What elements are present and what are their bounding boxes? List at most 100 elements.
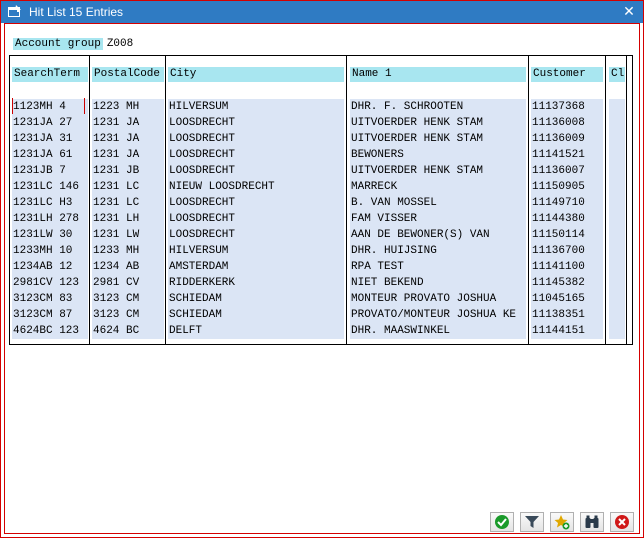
table-cell-cl[interactable] [610, 163, 625, 179]
table-cell-city[interactable]: LOOSDRECHT [169, 227, 344, 243]
table-cell-searchterm[interactable]: 1231LH 278 [13, 211, 88, 227]
table-cell-city[interactable]: SCHIEDAM [169, 307, 344, 323]
table-cell-name1[interactable]: FAM VISSER [351, 211, 526, 227]
table-cell-city[interactable]: HILVERSUM [169, 243, 344, 259]
table-cell-city[interactable]: NIEUW LOOSDRECHT [169, 179, 344, 195]
close-icon[interactable]: ✕ [621, 3, 637, 19]
table-cell-city[interactable]: LOOSDRECHT [169, 163, 344, 179]
table-cell-city[interactable]: LOOSDRECHT [169, 131, 344, 147]
table-cell-postalcode[interactable]: 3123 CM [93, 307, 164, 323]
table-cell-postalcode[interactable]: 1231 LH [93, 211, 164, 227]
table-cell-searchterm[interactable]: 1231JA 61 [13, 147, 88, 163]
column-header-cl[interactable]: Cl [609, 67, 625, 82]
cancel-button[interactable] [610, 512, 634, 532]
table-cell-searchterm[interactable]: 4624BC 123 [13, 323, 88, 339]
table-cell-customer[interactable]: 11149710 [532, 195, 603, 211]
table-cell-postalcode[interactable]: 3123 CM [93, 291, 164, 307]
table-cell-searchterm[interactable]: 1231LC 146 [13, 179, 88, 195]
table-cell-cl[interactable] [610, 275, 625, 291]
table-cell-postalcode[interactable]: 1231 JA [93, 147, 164, 163]
table-cell-city[interactable]: LOOSDRECHT [169, 115, 344, 131]
table-cell-customer[interactable]: 11141521 [532, 147, 603, 163]
table-cell-name1[interactable]: DHR. HUIJSING [351, 243, 526, 259]
table-cell-cl[interactable] [610, 179, 625, 195]
table-cell-customer[interactable]: 11144151 [532, 323, 603, 339]
table-cell-cl[interactable] [610, 307, 625, 323]
table-cell-postalcode[interactable]: 2981 CV [93, 275, 164, 291]
table-cell-city[interactable]: LOOSDRECHT [169, 211, 344, 227]
table-cell-searchterm[interactable]: 1234AB 12 [13, 259, 88, 275]
table-cell-customer[interactable]: 11136009 [532, 131, 603, 147]
new-search-button[interactable] [550, 512, 574, 532]
table-cell-city[interactable]: LOOSDRECHT [169, 147, 344, 163]
table-cell-name1[interactable]: NIET BEKEND [351, 275, 526, 291]
table-cell-customer[interactable]: 11138351 [532, 307, 603, 323]
table-cell-postalcode[interactable]: 1231 JA [93, 131, 164, 147]
table-cell-name1[interactable]: UITVOERDER HENK STAM [351, 115, 526, 131]
table-cell-searchterm[interactable]: 1231JA 27 [13, 115, 88, 131]
column-header-postalcode[interactable]: PostalCode [92, 67, 164, 82]
table-cell-customer[interactable]: 11045165 [532, 291, 603, 307]
table-cell-searchterm[interactable]: 1231LW 30 [13, 227, 88, 243]
table-cell-cl[interactable] [610, 291, 625, 307]
table-cell-name1[interactable]: MONTEUR PROVATO JOSHUA [351, 291, 526, 307]
table-cell-cl[interactable] [610, 115, 625, 131]
table-cell-postalcode[interactable]: 1231 JB [93, 163, 164, 179]
table-cell-customer[interactable]: 11136700 [532, 243, 603, 259]
column-header-customer[interactable]: Customer [531, 67, 603, 82]
table-cell-searchterm[interactable]: 1231JB 7 [13, 163, 88, 179]
table-cell-city[interactable]: HILVERSUM [169, 99, 344, 115]
table-cell-postalcode[interactable]: 1231 JA [93, 115, 164, 131]
table-cell-customer[interactable]: 11136007 [532, 163, 603, 179]
table-cell-postalcode[interactable]: 1231 LC [93, 195, 164, 211]
table-cell-postalcode[interactable]: 1223 MH [93, 99, 164, 115]
table-cell-name1[interactable]: B. VAN MOSSEL [351, 195, 526, 211]
table-cell-cl[interactable] [610, 195, 625, 211]
table-cell-city[interactable]: SCHIEDAM [169, 291, 344, 307]
column-header-city[interactable]: City [168, 67, 344, 82]
filter-button[interactable] [520, 512, 544, 532]
table-cell-cl[interactable] [610, 259, 625, 275]
table-cell-postalcode[interactable]: 1231 LC [93, 179, 164, 195]
table-cell-cl[interactable] [610, 243, 625, 259]
table-cell-postalcode[interactable]: 1233 MH [93, 243, 164, 259]
table-cell-name1[interactable]: UITVOERDER HENK STAM [351, 131, 526, 147]
table-cell-searchterm[interactable]: 1231LC H3 [13, 195, 88, 211]
table-cell-postalcode[interactable]: 1234 AB [93, 259, 164, 275]
table-cell-customer[interactable]: 11136008 [532, 115, 603, 131]
table-cell-customer[interactable]: 11150905 [532, 179, 603, 195]
table-cell-searchterm[interactable]: 3123CM 83 [13, 291, 88, 307]
find-button[interactable] [580, 512, 604, 532]
table-cell-city[interactable]: DELFT [169, 323, 344, 339]
table-cell-searchterm[interactable]: 2981CV 123 [13, 275, 88, 291]
table-cell-cl[interactable] [610, 99, 625, 115]
table-cell-name1[interactable]: UITVOERDER HENK STAM [351, 163, 526, 179]
table-cell-name1[interactable]: RPA TEST [351, 259, 526, 275]
table-cell-cl[interactable] [610, 211, 625, 227]
table-cell-customer[interactable]: 11150114 [532, 227, 603, 243]
table-cell-city[interactable]: RIDDERKERK [169, 275, 344, 291]
table-cell-name1[interactable]: DHR. MAASWINKEL [351, 323, 526, 339]
table-cell-customer[interactable]: 11145382 [532, 275, 603, 291]
column-header-name1[interactable]: Name 1 [350, 67, 526, 82]
continue-button[interactable] [490, 512, 514, 532]
table-cell-cl[interactable] [610, 131, 625, 147]
table-cell-name1[interactable]: BEWONERS [351, 147, 526, 163]
table-cell-cl[interactable] [610, 227, 625, 243]
column-header-searchterm[interactable]: SearchTerm [12, 67, 88, 82]
table-cell-name1[interactable]: AAN DE BEWONER(S) VAN [351, 227, 526, 243]
table-cell-customer[interactable]: 11141100 [532, 259, 603, 275]
table-cell-name1[interactable]: PROVATO/MONTEUR JOSHUA KE [351, 307, 526, 323]
table-cell-searchterm[interactable]: 3123CM 87 [13, 307, 88, 323]
table-cell-city[interactable]: AMSTERDAM [169, 259, 344, 275]
table-cell-name1[interactable]: MARRECK [351, 179, 526, 195]
table-cell-searchterm[interactable]: 1231JA 31 [13, 131, 88, 147]
table-cell-postalcode[interactable]: 4624 BC [93, 323, 164, 339]
table-cell-city[interactable]: LOOSDRECHT [169, 195, 344, 211]
table-cell-cl[interactable] [610, 147, 625, 163]
table-cell-searchterm[interactable]: 1233MH 10 [13, 243, 88, 259]
table-cell-customer[interactable]: 11144380 [532, 211, 603, 227]
table-cell-customer[interactable]: 11137368 [532, 99, 603, 115]
table-cell-name1[interactable]: DHR. F. SCHROOTEN [351, 99, 526, 115]
table-cell-cl[interactable] [610, 323, 625, 339]
